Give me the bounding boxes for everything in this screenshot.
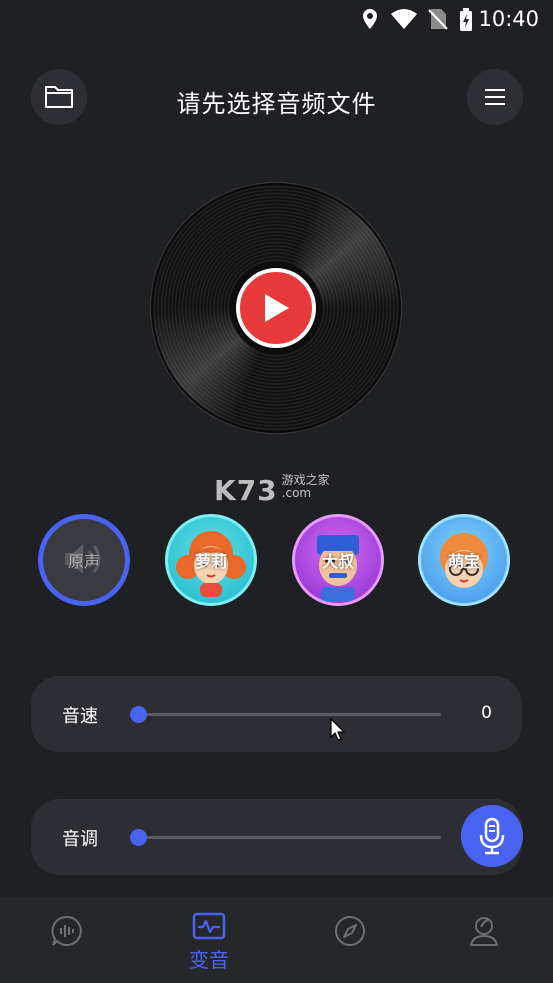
menu-button[interactable] (467, 69, 523, 125)
bottom-nav: 变音 (0, 897, 553, 983)
voice-option-loli[interactable]: 萝莉 (165, 514, 257, 606)
speed-slider-thumb[interactable] (130, 706, 147, 723)
voice-label: 大叔 (321, 552, 354, 571)
nav-item-voice-change[interactable]: 变音 (159, 897, 259, 983)
speed-label: 音速 (62, 706, 98, 727)
vinyl-record (153, 185, 399, 431)
profile-icon (470, 917, 498, 946)
nav-item-voice-chat[interactable] (17, 897, 117, 983)
waveform-icon (192, 912, 226, 940)
vinyl-center (230, 262, 322, 354)
wifi-icon (391, 9, 417, 29)
voice-label: 萌宝 (447, 552, 480, 571)
play-button[interactable] (236, 268, 316, 348)
compass-icon (335, 916, 365, 946)
microphone-icon (479, 817, 505, 855)
watermark-logo: K73 游戏之家 .com (214, 474, 330, 508)
play-icon (265, 294, 289, 322)
pitch-slider-thumb[interactable] (130, 829, 147, 846)
speed-slider-track[interactable] (138, 713, 441, 716)
voice-option-kid[interactable]: 萌宝 (418, 514, 510, 606)
location-icon (363, 9, 377, 29)
no-sim-icon (428, 9, 448, 30)
watermark-line2: .com (281, 486, 312, 500)
pitch-card: 音调 (31, 799, 522, 875)
voice-chat-icon (51, 915, 82, 946)
speed-card: 音速 0 (31, 676, 522, 752)
voice-option-original[interactable]: 原声 (38, 514, 130, 606)
record-button[interactable] (461, 805, 523, 867)
voice-option-uncle[interactable]: 大叔 (292, 514, 384, 606)
nav-item-discover[interactable] (300, 897, 400, 983)
menu-icon (485, 89, 505, 105)
mouse-cursor-icon (330, 718, 346, 741)
pitch-slider-track[interactable] (138, 836, 441, 839)
speed-value: 0 (481, 703, 492, 723)
pitch-label: 音调 (62, 829, 98, 850)
watermark-brand: K73 (214, 474, 278, 507)
voice-label: 萝莉 (194, 552, 227, 571)
voice-label: 原声 (67, 552, 100, 571)
status-time: 10:40 (478, 7, 539, 31)
app-screen: 10:40 请先选择音频文件 K73 游戏之家 .com 原声 萝莉 大叔 萌宝… (0, 0, 553, 983)
nav-item-profile[interactable] (434, 897, 534, 983)
status-bar: 10:40 (0, 0, 553, 38)
battery-charging-icon (460, 8, 472, 31)
watermark-text: 游戏之家 .com (282, 474, 330, 500)
nav-label-voice-change: 变音 (189, 948, 229, 972)
